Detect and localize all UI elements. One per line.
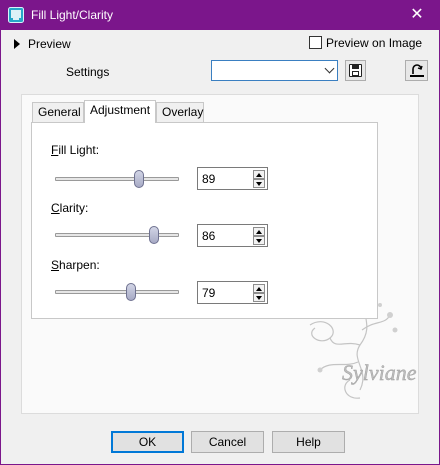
settings-dropdown[interactable] [211, 60, 338, 81]
preview-on-image-label: Preview on Image [326, 36, 423, 50]
fill-light-label: Fill Light: [51, 143, 100, 157]
tab-adjustment[interactable]: Adjustment [84, 100, 156, 123]
clarity-increment[interactable] [253, 227, 265, 236]
sharpen-slider[interactable] [55, 283, 179, 303]
slider-thumb[interactable] [134, 170, 145, 188]
tab-general[interactable]: General [32, 102, 84, 122]
tab-overlay[interactable]: Overlay [156, 102, 204, 122]
slider-track [55, 233, 179, 237]
preview-label: Preview [28, 37, 71, 51]
window-title: Fill Light/Clarity [31, 8, 114, 22]
checkbox-box[interactable] [309, 36, 322, 49]
arrow-down-icon [256, 239, 262, 243]
fill-light-value: 89 [202, 172, 216, 186]
sharpen-label: Sharpen: [51, 258, 100, 272]
settings-label: Settings [66, 65, 110, 79]
ok-button[interactable]: OK [111, 431, 184, 453]
arrow-down-icon [256, 296, 262, 300]
expand-arrow-icon [14, 39, 20, 49]
arrow-up-icon [256, 230, 262, 234]
watermark-text: Sylviane [342, 360, 417, 385]
clarity-value-input[interactable]: 86 [197, 224, 268, 247]
clarity-value: 86 [202, 229, 216, 243]
arrow-up-icon [256, 173, 262, 177]
slider-track [55, 290, 179, 294]
slider-track [55, 177, 179, 181]
clarity-slider[interactable] [55, 226, 179, 246]
sharpen-value: 79 [202, 286, 216, 300]
clarity-label: Clarity: [51, 201, 89, 215]
fill-light-slider[interactable] [55, 170, 179, 190]
cancel-button[interactable]: Cancel [191, 431, 264, 453]
window-border-left [0, 30, 1, 465]
save-preset-button[interactable] [345, 60, 366, 81]
sharpen-decrement[interactable] [253, 293, 265, 302]
tab-general-label: General [38, 105, 81, 119]
reset-to-default-button[interactable] [405, 60, 428, 81]
sharpen-value-input[interactable]: 79 [197, 281, 268, 304]
arrow-down-icon [256, 182, 262, 186]
sharpen-increment[interactable] [253, 284, 265, 293]
close-button[interactable]: ✕ [394, 0, 440, 30]
clarity-decrement[interactable] [253, 236, 265, 245]
fill-light-value-input[interactable]: 89 [197, 167, 268, 190]
title-bar: Fill Light/Clarity ✕ [0, 0, 440, 30]
tab-overlay-label: Overlay [162, 105, 204, 119]
slider-thumb[interactable] [125, 283, 136, 301]
tab-adjustment-label: Adjustment [90, 103, 151, 117]
fill-light-decrement[interactable] [253, 179, 265, 188]
close-icon: ✕ [410, 6, 424, 23]
chevron-down-icon [324, 63, 335, 74]
save-disk-icon [349, 64, 362, 77]
slider-thumb[interactable] [149, 226, 160, 244]
help-button[interactable]: Help [272, 431, 345, 453]
fill-light-app-icon [8, 7, 24, 23]
arrow-up-icon [256, 287, 262, 291]
fill-light-increment[interactable] [253, 170, 265, 179]
reset-icon [410, 64, 424, 77]
